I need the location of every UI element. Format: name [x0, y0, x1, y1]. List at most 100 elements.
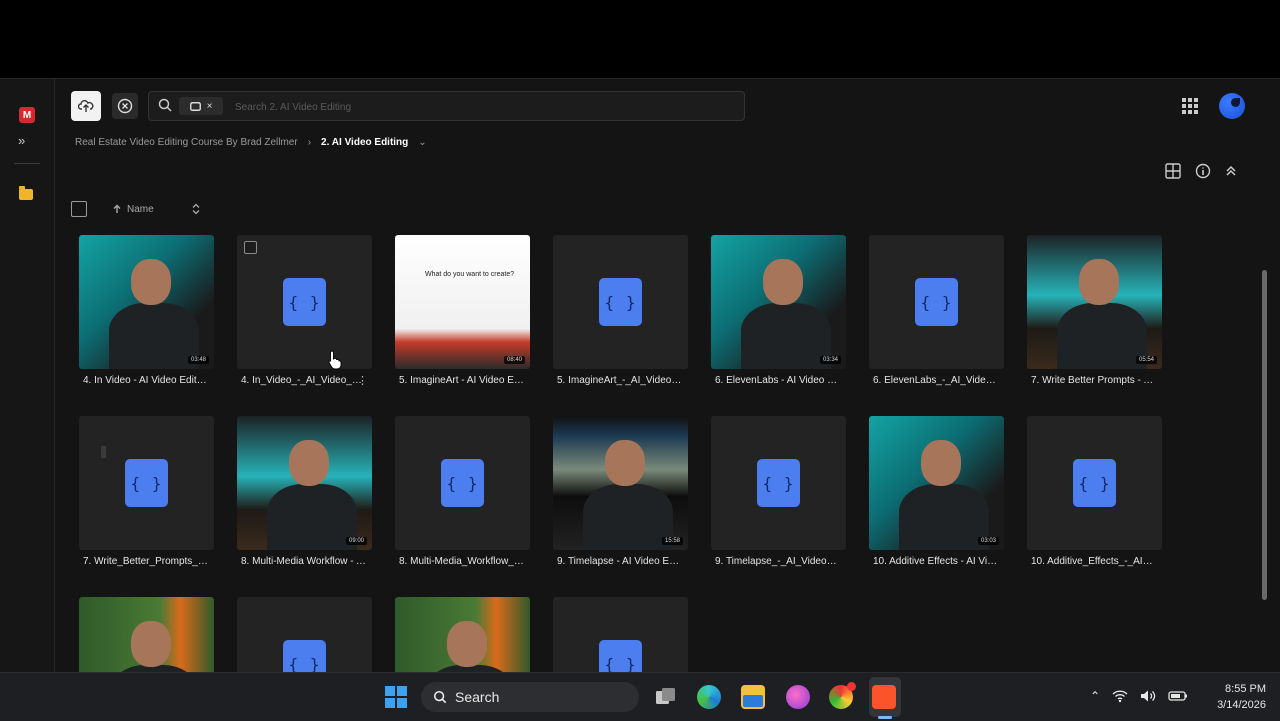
file-thumbnail[interactable]: { }: [237, 235, 372, 369]
presenter-head: [447, 621, 487, 667]
file-thumbnail[interactable]: { }: [395, 416, 530, 550]
cloud-drive-folder-icon[interactable]: [19, 186, 33, 200]
breadcrumb-current[interactable]: 2. AI Video Editing: [321, 137, 408, 148]
file-thumbnail[interactable]: { }: [711, 416, 846, 550]
file-name: 4. In_Video_-_AI_Video_Editing.json: [241, 375, 366, 386]
presenter-body: [741, 303, 831, 369]
file-thumbnail[interactable]: 05:54: [1027, 235, 1162, 369]
video-duration-badge: 09:00: [345, 537, 367, 545]
file-thumbnail[interactable]: { }: [237, 597, 372, 673]
transfer-icon: [117, 98, 133, 114]
file-thumbnail[interactable]: { }: [79, 416, 214, 550]
file-card-json[interactable]: { }: [553, 597, 688, 673]
search-input[interactable]: [233, 96, 717, 118]
wifi-icon[interactable]: [1112, 689, 1128, 703]
presenter-body: [109, 303, 199, 369]
file-thumbnail[interactable]: { }: [869, 235, 1004, 369]
account-avatar[interactable]: [1219, 93, 1245, 119]
brave-browser-icon[interactable]: [872, 685, 896, 709]
file-name: 10. Additive Effects - AI Video Editing.…: [873, 556, 998, 567]
file-thumbnail[interactable]: 09:00: [237, 416, 372, 550]
file-card-video[interactable]: 03:48 4. In Video - AI Video Editing.mp4: [79, 235, 214, 386]
file-card-json[interactable]: { } 9. Timelapse_-_AI_Video_Editing.json: [711, 416, 846, 567]
file-thumbnail[interactable]: [79, 597, 214, 673]
file-card-json[interactable]: { } 6. ElevenLabs_-_AI_Video_Editing.json: [869, 235, 1004, 386]
file-name: 4. In Video - AI Video Editing.mp4: [83, 375, 208, 386]
video-duration-badge: 05:54: [1135, 356, 1157, 364]
windows-taskbar: Search ⌃ 8:55 PM 3/14/2026: [0, 672, 1280, 721]
grid-view-icon[interactable]: [1165, 163, 1181, 179]
file-thumbnail[interactable]: What do you want to create? 08:40: [395, 235, 530, 369]
chip-close-icon[interactable]: ×: [207, 101, 213, 112]
info-icon[interactable]: [1195, 163, 1211, 179]
task-view-icon[interactable]: [655, 687, 677, 707]
mega-logo[interactable]: M: [19, 107, 35, 123]
expand-sidebar-icon[interactable]: »: [18, 133, 25, 148]
file-explorer-icon[interactable]: [741, 685, 765, 709]
file-card-json[interactable]: { } 8. Multi-Media_Workflow_-_AI_Video_Ed…: [395, 416, 530, 567]
collapse-up-icon[interactable]: [1225, 163, 1237, 179]
file-card-video[interactable]: 09:00 8. Multi-Media Workflow - AI Video …: [237, 416, 372, 567]
code-file-icon: { }: [757, 459, 800, 507]
file-card-json[interactable]: { } 10. Additive_Effects_-_AI_Video_Editi…: [1027, 416, 1162, 567]
file-thumbnail[interactable]: 15:58: [553, 416, 688, 550]
file-card-video[interactable]: 15:58 9. Timelapse - AI Video Editing.mp4: [553, 416, 688, 567]
search-scope-chip[interactable]: ×: [179, 97, 223, 115]
select-all-checkbox[interactable]: [71, 201, 87, 217]
volume-icon[interactable]: [1140, 689, 1156, 703]
taskbar-search[interactable]: Search: [421, 682, 639, 712]
search-icon: [158, 98, 172, 112]
code-file-icon: { }: [599, 278, 642, 326]
file-card-video[interactable]: [395, 597, 530, 673]
file-name: 9. Timelapse - AI Video Editing.mp4: [557, 556, 682, 567]
search-bar[interactable]: ×: [148, 91, 745, 121]
breadcrumb-separator: ›: [307, 136, 312, 148]
code-file-icon: { }: [441, 459, 484, 507]
file-card-video[interactable]: 03:34 6. ElevenLabs - AI Video Editing.mp…: [711, 235, 846, 386]
file-thumbnail[interactable]: { }: [1027, 416, 1162, 550]
file-thumbnail[interactable]: { }: [553, 235, 688, 369]
file-thumbnail[interactable]: 03:34: [711, 235, 846, 369]
file-card-video[interactable]: 05:54 7. Write Better Prompts - AI Video …: [1027, 235, 1162, 386]
view-tools: [1165, 163, 1237, 179]
presenter-head: [131, 621, 171, 667]
rail-resize-handle[interactable]: [101, 446, 106, 458]
apps-grid-icon[interactable]: [1182, 98, 1198, 114]
more-options-icon[interactable]: ⋮: [357, 374, 368, 387]
file-thumbnail[interactable]: [395, 597, 530, 673]
file-card-video[interactable]: 03:03 10. Additive Effects - AI Video Edi…: [869, 416, 1004, 567]
file-card-video[interactable]: [79, 597, 214, 673]
chrome-browser-icon[interactable]: [829, 682, 856, 709]
presenter-head: [289, 440, 329, 486]
transfers-button[interactable]: [112, 93, 138, 119]
edge-browser-icon[interactable]: [697, 685, 721, 709]
start-button-icon[interactable]: [385, 686, 407, 708]
file-card-json[interactable]: { } 5. ImagineArt_-_AI_Video_Editing.json: [553, 235, 688, 386]
battery-icon[interactable]: [1168, 689, 1188, 703]
file-card-json[interactable]: { } 7. Write_Better_Prompts_-_AI_Video_Ed…: [79, 416, 214, 567]
file-card-json[interactable]: { } 4. In_Video_-_AI_Video_Editing.json⋮: [237, 235, 372, 387]
sort-by-name[interactable]: Name: [113, 204, 154, 215]
tray-overflow-chevron-icon[interactable]: ⌃: [1090, 689, 1100, 703]
taskbar-search-label: Search: [455, 689, 500, 705]
upload-cloud-icon: [78, 99, 94, 112]
pinned-app-icon[interactable]: [786, 685, 810, 709]
file-thumbnail[interactable]: 03:03: [869, 416, 1004, 550]
file-card-video[interactable]: What do you want to create? 08:40 5. Imagi…: [395, 235, 530, 386]
file-select-checkbox[interactable]: [244, 241, 257, 254]
file-card-json[interactable]: { }: [237, 597, 372, 673]
upload-button[interactable]: [71, 91, 101, 121]
video-duration-badge: 15:58: [661, 537, 683, 545]
file-thumbnail[interactable]: 03:48: [79, 235, 214, 369]
folder-scope-icon: [189, 101, 201, 111]
vertical-scrollbar[interactable]: [1262, 270, 1267, 600]
chevron-down-icon[interactable]: ⌄: [418, 137, 426, 148]
taskbar-clock[interactable]: 8:55 PM 3/14/2026: [1190, 681, 1266, 713]
file-thumbnail[interactable]: { }: [553, 597, 688, 673]
presenter-body: [899, 484, 989, 550]
sort-toggle-icon[interactable]: [192, 203, 200, 215]
file-name: 6. ElevenLabs - AI Video Editing.mp4: [715, 375, 840, 386]
file-name: 6. ElevenLabs_-_AI_Video_Editing.json: [873, 375, 998, 386]
breadcrumb-parent[interactable]: Real Estate Video Editing Course By Brad…: [75, 137, 298, 148]
presenter-head: [131, 259, 171, 305]
